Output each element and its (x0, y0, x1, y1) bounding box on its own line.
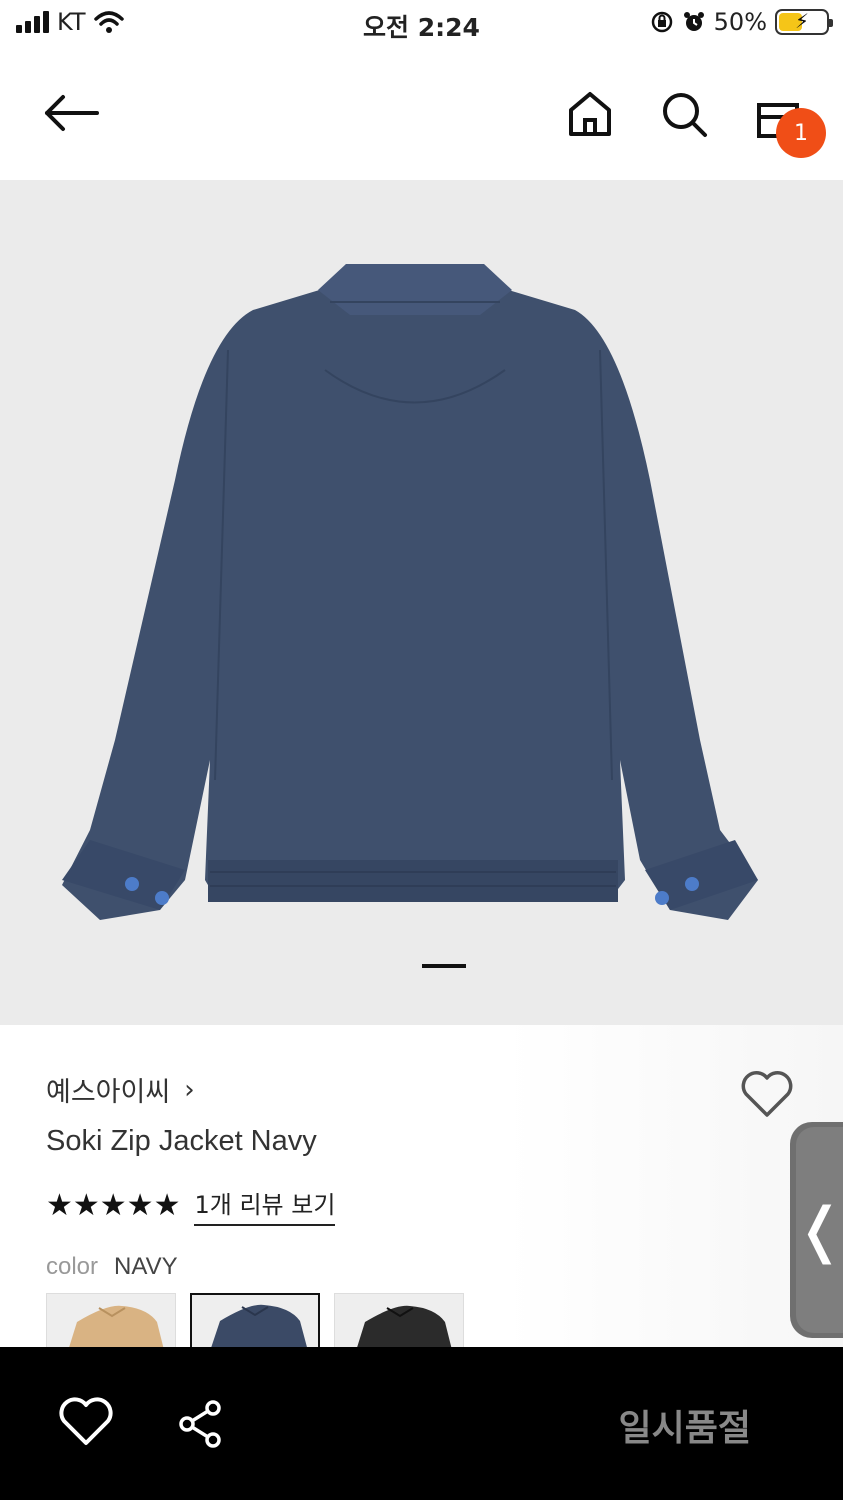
product-image (62, 264, 758, 920)
swatch-black-thumb (355, 1305, 453, 1352)
rotation-lock-icon (651, 11, 672, 33)
side-drawer-chevron-icon: ❬ (795, 1127, 843, 1333)
wifi-icon (93, 11, 124, 33)
page-dot (378, 964, 422, 968)
battery-percent: 50% (713, 8, 767, 36)
chevron-right-icon: › (184, 1074, 195, 1105)
heart-icon (59, 1397, 113, 1445)
swatch-beige-thumb (67, 1305, 165, 1352)
bottom-wishlist-button[interactable] (58, 1397, 114, 1449)
product-title: Soki Zip Jacket Navy (46, 1125, 317, 1157)
share-button[interactable] (176, 1399, 228, 1451)
color-selector-label: color NAVY (46, 1253, 178, 1281)
search-button[interactable] (656, 86, 712, 142)
carrier-label: KT (57, 8, 86, 36)
product-info: 예스아이씨 › Soki Zip Jacket Navy ★★★★★ 1개 리뷰… (0, 1025, 843, 1353)
battery-icon: ⚡ (775, 9, 833, 35)
back-arrow-icon (45, 95, 99, 131)
back-button[interactable] (40, 88, 104, 138)
review-link[interactable]: 1개 리뷰 보기 (194, 1185, 336, 1226)
swatch-black[interactable] (334, 1293, 464, 1353)
gallery-page-indicator (378, 964, 466, 968)
product-image-gallery[interactable] (0, 180, 843, 1025)
star-rating: ★★★★★ (46, 1188, 181, 1223)
color-label: color (46, 1253, 99, 1280)
status-right: 50% ⚡ (650, 8, 833, 36)
swatch-navy[interactable] (190, 1293, 320, 1353)
top-nav: 1 (0, 48, 843, 180)
home-button[interactable] (562, 86, 618, 142)
color-swatches (46, 1293, 464, 1353)
cart-count-badge: 1 (776, 108, 826, 158)
brand-name: 예스아이씨 (46, 1077, 171, 1108)
wishlist-button[interactable] (740, 1071, 794, 1123)
page-dot-active (422, 964, 466, 968)
signal-icon (16, 11, 49, 33)
bottom-action-bar: 일시품절 (0, 1347, 843, 1500)
swatch-navy-thumb (210, 1304, 308, 1351)
side-drawer-tab[interactable]: ❬ (790, 1122, 843, 1338)
swatch-beige[interactable] (46, 1293, 176, 1353)
heart-icon (741, 1071, 793, 1117)
alarm-icon (683, 12, 704, 31)
share-icon (179, 1400, 221, 1448)
brand-link[interactable]: 예스아이씨 › (46, 1070, 195, 1109)
sold-out-label: 일시품절 (618, 1408, 751, 1449)
color-value: NAVY (114, 1253, 178, 1280)
status-left: KT (16, 8, 124, 36)
status-bar: KT 오전 2:24 50% ⚡ (0, 0, 843, 48)
home-icon (569, 92, 611, 136)
search-icon (663, 93, 707, 137)
rating-row: ★★★★★ 1개 리뷰 보기 (46, 1185, 336, 1226)
